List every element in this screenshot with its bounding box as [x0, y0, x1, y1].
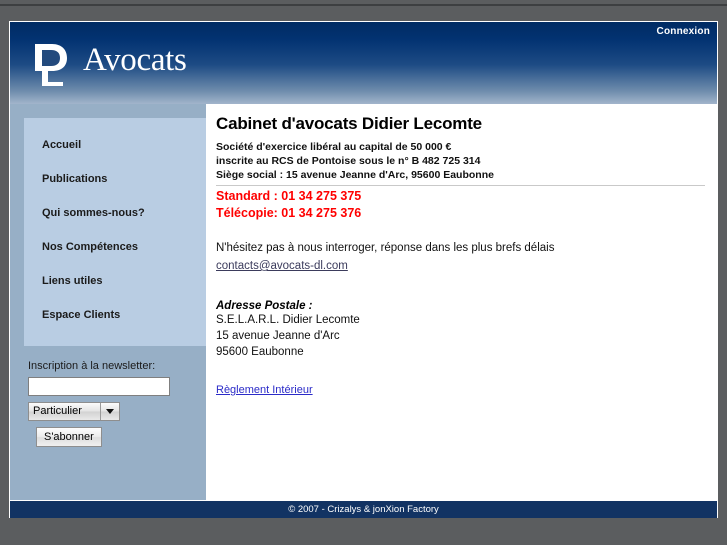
content-divider	[216, 185, 705, 186]
connexion-link[interactable]: Connexion	[657, 26, 710, 37]
site-header: Connexion Avocats	[10, 22, 717, 104]
legal-line-capital: Société d'exercice libéral au capital de…	[216, 141, 452, 153]
chevron-down-icon[interactable]	[100, 403, 119, 420]
sidebar-item-qui-sommes-nous[interactable]: Qui sommes-nous?	[24, 196, 206, 230]
main-content: Cabinet d'avocats Didier Lecomte Société…	[206, 104, 717, 500]
reglement-interieur-link[interactable]: Règlement Intérieur	[216, 384, 313, 396]
sidebar-menu: Accueil Publications Qui sommes-nous? No…	[24, 118, 206, 346]
newsletter-label: Inscription à la newsletter:	[28, 360, 156, 372]
content-row: Accueil Publications Qui sommes-nous? No…	[10, 104, 717, 500]
subscribe-button[interactable]: S'abonner	[36, 427, 102, 447]
site-logo[interactable]: Avocats	[32, 41, 187, 87]
window-chrome-divider	[0, 4, 727, 6]
address-line-street: 15 avenue Jeanne d'Arc	[216, 330, 340, 342]
footer-copyright: © 2007 - Crizalys & jonXion Factory	[288, 504, 439, 515]
intro-text: N'hésitez pas à nous interroger, réponse…	[216, 242, 555, 254]
address-line-city: 95600 Eaubonne	[216, 346, 304, 358]
newsletter-type-select[interactable]: Particulier	[28, 402, 120, 421]
browser-viewport: Connexion Avocats Accueil Publications Q…	[0, 0, 727, 545]
newsletter-type-value: Particulier	[33, 405, 82, 417]
sidebar-item-liens-utiles[interactable]: Liens utiles	[24, 264, 206, 298]
sidebar-item-nos-competences[interactable]: Nos Compétences	[24, 230, 206, 264]
sidebar-item-accueil[interactable]: Accueil	[24, 128, 206, 162]
dl-monogram-icon	[32, 41, 78, 87]
newsletter-email-input[interactable]	[28, 377, 170, 396]
page-container: Connexion Avocats Accueil Publications Q…	[9, 21, 718, 518]
sidebar-item-publications[interactable]: Publications	[24, 162, 206, 196]
address-title: Adresse Postale :	[216, 300, 313, 312]
site-footer: © 2007 - Crizalys & jonXion Factory	[10, 500, 717, 518]
newsletter-form: Inscription à la newsletter: Particulier…	[24, 360, 206, 447]
legal-line-siege: Siège social : 15 avenue Jeanne d'Arc, 9…	[216, 169, 494, 181]
legal-line-rcs: inscrite au RCS de Pontoise sous le n° B…	[216, 155, 481, 167]
address-line-company: S.E.L.A.R.L. Didier Lecomte	[216, 314, 360, 326]
page-title: Cabinet d'avocats Didier Lecomte	[216, 114, 482, 133]
email-link[interactable]: contacts@avocats-dl.com	[216, 260, 348, 272]
sidebar: Accueil Publications Qui sommes-nous? No…	[10, 104, 206, 500]
sidebar-item-espace-clients[interactable]: Espace Clients	[24, 298, 206, 332]
phone-standard: Standard : 01 34 275 375	[216, 189, 362, 203]
logo-wordmark: Avocats	[83, 42, 187, 78]
phone-fax: Télécopie: 01 34 275 376	[216, 206, 362, 220]
